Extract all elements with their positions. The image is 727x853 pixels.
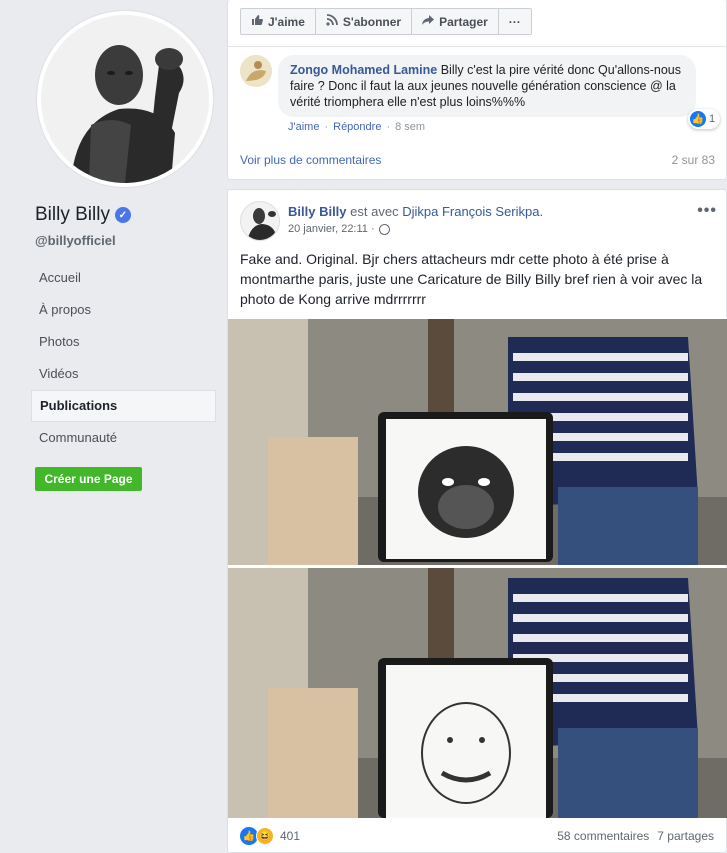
- tagged-person[interactable]: Djikpa François Serikpa.: [402, 204, 543, 219]
- post-photo-fake[interactable]: [228, 568, 727, 818]
- commenter-avatar[interactable]: [240, 55, 272, 87]
- nav-item-a-propos[interactable]: À propos: [31, 294, 216, 326]
- post-date: 20 janvier, 22:11 ·: [288, 223, 375, 235]
- post-text: Fake and. Original. Bjr chers attacheurs…: [240, 251, 703, 307]
- post-timestamp[interactable]: 20 janvier, 22:11 ·: [288, 223, 390, 235]
- post-author-avatar[interactable]: [240, 201, 280, 241]
- post-with-text: est avec: [350, 204, 399, 219]
- reaction-count: 401: [280, 829, 301, 843]
- nav-item-publications[interactable]: Publications: [31, 390, 216, 422]
- comment-reaction-number: 1: [709, 113, 716, 125]
- comment-count: 2 sur 83: [671, 153, 715, 167]
- meta-dot: ·: [386, 121, 391, 133]
- nav-item-photos[interactable]: Photos: [31, 326, 216, 358]
- page-handle[interactable]: @billyofficiel: [35, 233, 116, 248]
- profile-photo: [41, 15, 209, 183]
- more-options-button[interactable]: ···: [499, 9, 531, 34]
- avatar: [41, 15, 209, 183]
- page-title[interactable]: Billy Billy ✓: [35, 204, 131, 226]
- nav-item-communaute[interactable]: Communauté: [31, 422, 216, 454]
- comment-author[interactable]: Zongo Mohamed Lamine: [290, 63, 437, 77]
- photo-scene: [228, 568, 727, 818]
- share-arrow-icon: [422, 14, 435, 29]
- follow-label: S'abonner: [342, 14, 402, 29]
- share-label: Partager: [439, 14, 488, 29]
- shares-count-link[interactable]: 7 partages: [657, 829, 714, 843]
- post-action-bar: J'aime S'abonner Partager ···: [240, 8, 532, 35]
- post-photo-original[interactable]: [228, 317, 727, 565]
- nav-item-accueil[interactable]: Accueil: [31, 262, 216, 294]
- profile-picture[interactable]: [36, 10, 214, 188]
- verified-badge-icon: ✓: [114, 207, 131, 223]
- haha-reaction-icon: 😆: [256, 827, 274, 845]
- create-page-button[interactable]: Créer une Page: [35, 467, 142, 491]
- post-card: Billy Billy est avec Djikpa François Ser…: [227, 189, 727, 853]
- nav-item-videos[interactable]: Vidéos: [31, 358, 216, 390]
- meta-dot: ·: [324, 121, 329, 133]
- comment-reply-link[interactable]: Répondre: [333, 121, 381, 133]
- page-sidebar: Billy Billy ✓ @billyofficiel Accueil À p…: [0, 0, 226, 853]
- like-label: J'aime: [268, 14, 305, 29]
- page-name: Billy Billy: [35, 204, 110, 225]
- globe-icon: [378, 223, 390, 235]
- thumbs-up-icon: [251, 14, 263, 29]
- comment-like-link[interactable]: J'aime: [288, 121, 319, 133]
- more-icon: ···: [508, 14, 521, 29]
- post-header: Billy Billy est avec Djikpa François Ser…: [288, 204, 543, 219]
- post-reactions[interactable]: 👍 😆 401: [240, 827, 300, 845]
- share-button[interactable]: Partager: [412, 9, 499, 34]
- comments-count-link[interactable]: 58 commentaires: [557, 829, 649, 843]
- view-more-comments-link[interactable]: Voir plus de commentaires: [240, 153, 381, 167]
- comment-time[interactable]: 8 sem: [395, 121, 425, 133]
- comment-reaction-count[interactable]: 👍 1: [688, 109, 721, 129]
- comment-bubble: Zongo Mohamed Lamine Billy c'est la pire…: [278, 55, 696, 117]
- comment-meta: J'aime · Répondre · 8 sem: [288, 121, 425, 133]
- photo-scene: [228, 317, 727, 565]
- divider: [228, 46, 726, 47]
- post-stats: 58 commentaires 7 partages: [557, 829, 714, 843]
- like-reaction-icon: 👍: [690, 111, 706, 127]
- post-author[interactable]: Billy Billy: [288, 204, 347, 219]
- post-options-button[interactable]: •••: [697, 202, 717, 220]
- follow-button[interactable]: S'abonner: [316, 9, 413, 34]
- rss-icon: [326, 14, 338, 29]
- post-card-previous: J'aime S'abonner Partager ··· Zongo Moha…: [227, 0, 727, 180]
- page-nav: Accueil À propos Photos Vidéos Publicati…: [31, 262, 216, 454]
- like-page-button[interactable]: J'aime: [241, 9, 316, 34]
